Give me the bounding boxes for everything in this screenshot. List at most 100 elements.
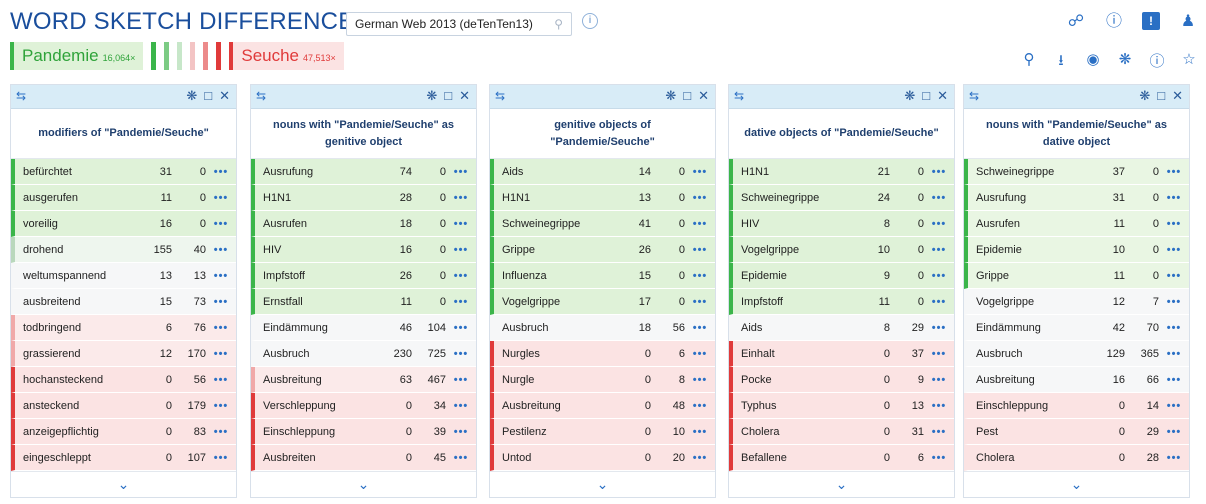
freq-a[interactable]: 18 — [378, 218, 412, 230]
table-row[interactable]: Pocke 0 9 ••• — [729, 367, 954, 393]
table-row[interactable]: ausgerufen 11 0 ••• — [11, 185, 236, 211]
more-icon[interactable]: ••• — [206, 218, 236, 230]
expand-more-button[interactable]: ⌄ — [729, 471, 954, 497]
table-row[interactable]: Cholera 0 31 ••• — [729, 419, 954, 445]
freq-a[interactable]: 16 — [378, 244, 412, 256]
freq-b[interactable]: 56 — [172, 374, 206, 386]
table-row[interactable]: Vogelgrippe 17 0 ••• — [490, 289, 715, 315]
freq-a[interactable]: 10 — [1091, 244, 1125, 256]
freq-a[interactable]: 21 — [856, 166, 890, 178]
table-row[interactable]: Ausbreitung 16 66 ••• — [964, 367, 1189, 393]
freq-a[interactable]: 17 — [617, 296, 651, 308]
freq-b[interactable]: 31 — [890, 426, 924, 438]
more-icon[interactable]: ••• — [206, 322, 236, 334]
freq-a[interactable]: 16 — [138, 218, 172, 230]
more-icon[interactable]: ••• — [206, 452, 236, 464]
table-row[interactable]: Cholera 0 28 ••• — [964, 445, 1189, 471]
table-row[interactable]: Vogelgrippe 12 7 ••• — [964, 289, 1189, 315]
freq-b[interactable]: 179 — [172, 400, 206, 412]
freq-a[interactable]: 6 — [138, 322, 172, 334]
more-icon[interactable]: ••• — [446, 166, 476, 178]
more-icon[interactable]: ••• — [685, 348, 715, 360]
freq-b[interactable]: 0 — [651, 218, 685, 230]
table-row[interactable]: Ausbruch 129 365 ••• — [964, 341, 1189, 367]
more-icon[interactable]: ••• — [206, 244, 236, 256]
freq-a[interactable]: 10 — [856, 244, 890, 256]
close-icon[interactable]: ✕ — [1172, 88, 1183, 104]
freq-a[interactable]: 11 — [1091, 218, 1125, 230]
collocate[interactable]: Vogelgrippe — [494, 296, 617, 308]
freq-b[interactable]: 14 — [1125, 400, 1159, 412]
table-row[interactable]: Ernstfall 11 0 ••• — [251, 289, 476, 315]
freq-b[interactable]: 0 — [890, 296, 924, 308]
table-row[interactable]: Eindämmung 46 104 ••• — [251, 315, 476, 341]
collocate[interactable]: H1N1 — [255, 192, 378, 204]
freq-a[interactable]: 0 — [856, 400, 890, 412]
freq-b[interactable]: 0 — [890, 166, 924, 178]
table-row[interactable]: Typhus 0 13 ••• — [729, 393, 954, 419]
collocate[interactable]: voreilig — [15, 218, 138, 230]
more-icon[interactable]: ••• — [924, 270, 954, 282]
more-icon[interactable]: ••• — [685, 218, 715, 230]
table-row[interactable]: voreilig 16 0 ••• — [11, 211, 236, 237]
collocate[interactable]: Vogelgrippe — [733, 244, 856, 256]
link-icon[interactable]: ☍ — [1066, 12, 1086, 32]
freq-b[interactable]: 170 — [172, 348, 206, 360]
freq-b[interactable]: 20 — [651, 452, 685, 464]
collocate[interactable]: Nurgles — [494, 348, 617, 360]
freq-a[interactable]: 11 — [856, 296, 890, 308]
table-row[interactable]: drohend 155 40 ••• — [11, 237, 236, 263]
table-row[interactable]: ausbreitend 15 73 ••• — [11, 289, 236, 315]
collocate[interactable]: Einschleppung — [255, 426, 378, 438]
table-row[interactable]: Epidemie 9 0 ••• — [729, 263, 954, 289]
collocate[interactable]: ansteckend — [15, 400, 138, 412]
more-icon[interactable]: ••• — [446, 374, 476, 386]
swap-icon[interactable]: ⇆ — [16, 89, 26, 103]
collocate[interactable]: Befallene — [733, 452, 856, 464]
table-row[interactable]: HIV 16 0 ••• — [251, 237, 476, 263]
freq-b[interactable]: 0 — [890, 244, 924, 256]
collocate[interactable]: Ausbruch — [968, 348, 1091, 360]
collocate[interactable]: Pest — [968, 426, 1091, 438]
more-icon[interactable]: ••• — [1159, 166, 1189, 178]
table-row[interactable]: befürchtet 31 0 ••• — [11, 159, 236, 185]
close-icon[interactable]: ✕ — [937, 88, 948, 104]
help-icon[interactable]: ⓘ — [1104, 12, 1124, 32]
freq-a[interactable]: 8 — [856, 322, 890, 334]
more-icon[interactable]: ••• — [1159, 374, 1189, 386]
freq-a[interactable]: 13 — [617, 192, 651, 204]
freq-a[interactable]: 26 — [378, 270, 412, 282]
freq-a[interactable]: 11 — [1091, 270, 1125, 282]
more-icon[interactable]: ••• — [924, 426, 954, 438]
freq-b[interactable]: 73 — [172, 296, 206, 308]
freq-a[interactable]: 11 — [378, 296, 412, 308]
collocate[interactable]: Nurgle — [494, 374, 617, 386]
freq-a[interactable]: 28 — [378, 192, 412, 204]
view-icon[interactable]: ◉ — [1084, 50, 1102, 75]
freq-a[interactable]: 0 — [138, 400, 172, 412]
collocate[interactable]: drohend — [15, 244, 138, 256]
freq-b[interactable]: 8 — [651, 374, 685, 386]
expand-icon[interactable]: □ — [1157, 88, 1165, 104]
freq-a[interactable]: 0 — [617, 400, 651, 412]
freq-b[interactable]: 0 — [651, 296, 685, 308]
table-row[interactable]: Epidemie 10 0 ••• — [964, 237, 1189, 263]
table-row[interactable]: Ausbreitung 0 48 ••• — [490, 393, 715, 419]
collocate[interactable]: Verschleppung — [255, 400, 378, 412]
collocate[interactable]: Pocke — [733, 374, 856, 386]
collocate[interactable]: HIV — [733, 218, 856, 230]
expand-more-button[interactable]: ⌄ — [251, 471, 476, 497]
freq-a[interactable]: 12 — [1091, 296, 1125, 308]
swap-icon[interactable]: ⇆ — [495, 89, 505, 103]
freq-b[interactable]: 0 — [412, 166, 446, 178]
table-row[interactable]: Einhalt 0 37 ••• — [729, 341, 954, 367]
table-row[interactable]: Verschleppung 0 34 ••• — [251, 393, 476, 419]
collocate[interactable]: Einhalt — [733, 348, 856, 360]
freq-b[interactable]: 107 — [172, 452, 206, 464]
collocate[interactable]: anzeigepflichtig — [15, 426, 138, 438]
freq-a[interactable]: 42 — [1091, 322, 1125, 334]
table-row[interactable]: grassierend 12 170 ••• — [11, 341, 236, 367]
table-row[interactable]: Pestilenz 0 10 ••• — [490, 419, 715, 445]
more-icon[interactable]: ••• — [685, 166, 715, 178]
collocate[interactable]: Ausbreiten — [255, 452, 378, 464]
